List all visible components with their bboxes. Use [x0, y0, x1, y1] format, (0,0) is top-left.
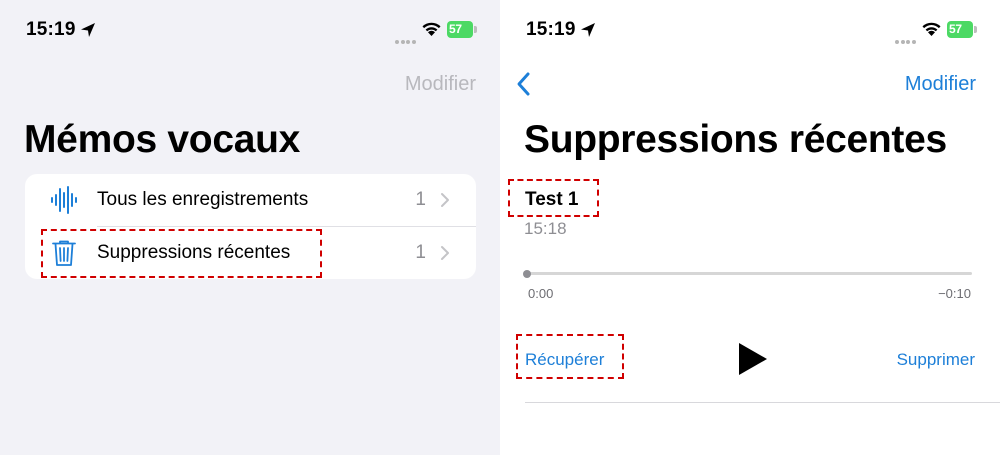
cellular-signal-icon	[395, 31, 417, 49]
edit-button[interactable]: Modifier	[405, 73, 476, 96]
chevron-right-icon	[441, 193, 449, 207]
folder-row-all-recordings[interactable]: Tous les enregistrements 1	[25, 174, 476, 227]
wifi-icon	[422, 22, 441, 36]
recently-deleted-screen: 15:19 57 Modifier Suppressions récentes …	[500, 0, 1000, 455]
delete-button[interactable]: Supprimer	[897, 350, 975, 370]
highlight-annotation	[508, 179, 599, 217]
folder-row-count: 1	[415, 242, 426, 263]
battery-indicator: 57	[947, 21, 977, 38]
cellular-signal-icon	[895, 31, 917, 49]
scrubber-handle[interactable]	[523, 270, 531, 278]
battery-level: 57	[449, 22, 462, 36]
elapsed-time: 0:00	[528, 286, 554, 301]
page-title: Mémos vocaux	[24, 118, 301, 161]
status-time: 15:19	[526, 19, 576, 40]
voice-memos-screen: 15:19 57 Modifier Mémos vocaux Tous les …	[0, 0, 500, 455]
folder-row-label: Tous les enregistrements	[97, 189, 309, 210]
row-divider	[525, 402, 1000, 403]
back-chevron-icon[interactable]	[514, 70, 534, 98]
battery-indicator: 57	[447, 21, 477, 38]
battery-level: 57	[949, 22, 962, 36]
play-icon[interactable]	[735, 341, 769, 377]
location-arrow-icon	[581, 23, 595, 37]
highlight-annotation	[516, 334, 624, 379]
status-time: 15:19	[26, 19, 76, 40]
remaining-time: −0:10	[938, 286, 971, 301]
wifi-icon	[922, 22, 941, 36]
playback-scrubber[interactable]	[525, 272, 972, 275]
page-title: Suppressions récentes	[524, 118, 947, 161]
waveform-icon	[51, 186, 77, 214]
status-bar: 15:19 57	[0, 0, 500, 60]
location-arrow-icon	[81, 23, 95, 37]
highlight-annotation	[41, 229, 322, 278]
status-bar: 15:19 57	[500, 0, 1000, 60]
chevron-right-icon	[441, 246, 449, 260]
folder-row-count: 1	[415, 189, 426, 210]
recording-time: 15:18	[524, 219, 567, 238]
edit-button[interactable]: Modifier	[905, 73, 976, 96]
